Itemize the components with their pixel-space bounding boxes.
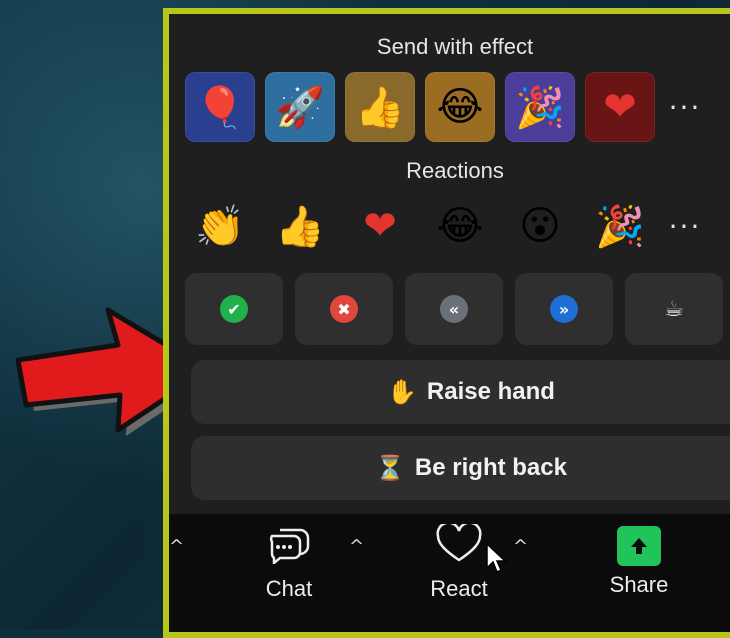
heart-reaction[interactable]: ❤ — [345, 198, 415, 254]
more-effects-button[interactable]: ··· — [665, 72, 705, 142]
thumbs-up-icon: 👍 — [355, 84, 405, 131]
mouse-cursor-icon — [486, 542, 507, 574]
heart-icon: ❤ — [363, 203, 397, 249]
chat-icon — [269, 528, 310, 566]
tears-of-joy-icon: 😂 — [436, 203, 484, 249]
no-button[interactable]: ✖ — [295, 273, 393, 345]
reactions-row: 👏 👍 ❤ 😂 😮 🎉 ··· — [185, 198, 705, 254]
send-with-effect-heading: Send with effect — [376, 34, 534, 59]
slow-down-button[interactable]: « — [405, 273, 503, 345]
nonverbal-feedback-row: ✔ ✖ « » ☕ — [185, 273, 730, 345]
tears-of-joy-reaction[interactable]: 😂 — [425, 198, 495, 254]
ellipsis-icon: ··· — [668, 209, 702, 243]
fast-forward-icon: » — [550, 295, 578, 323]
react-options-caret[interactable]: ^ — [513, 536, 528, 557]
raise-hand-button[interactable]: ✋ Raise hand — [191, 360, 730, 424]
thumbs-up-icon: 👍 — [275, 203, 325, 250]
hourglass-icon: ⏳ — [375, 454, 405, 482]
reactions-heading: Reactions — [406, 158, 504, 183]
cross-icon: ✖ — [330, 295, 358, 323]
surprised-face-icon: 😮 — [519, 203, 561, 249]
rocket-effect-button[interactable]: 🚀 — [265, 72, 335, 142]
share-icon — [617, 526, 661, 566]
heart-outline-icon — [436, 521, 482, 562]
share-label: Share — [609, 572, 669, 597]
clapping-hands-reaction[interactable]: 👏 — [185, 198, 255, 254]
chat-label: Chat — [265, 576, 313, 601]
raised-hand-icon: ✋ — [387, 378, 417, 406]
coffee-icon: ☕ — [664, 296, 684, 322]
raise-hand-label: Raise hand — [426, 378, 555, 405]
be-right-back-label: Be right back — [414, 454, 567, 481]
speed-up-button[interactable]: » — [515, 273, 613, 345]
check-icon: ✔ — [220, 295, 248, 323]
party-popper-effect-button[interactable]: 🎉 — [505, 72, 575, 142]
party-popper-reaction[interactable]: 🎉 — [585, 198, 655, 254]
tears-of-joy-icon: 😂 — [436, 84, 484, 130]
share-button[interactable]: Share — [579, 524, 699, 598]
party-popper-icon: 🎉 — [595, 203, 645, 250]
heart-effect-button[interactable]: ❤ — [585, 72, 655, 142]
rocket-icon: 🚀 — [275, 84, 325, 131]
chevron-up-icon[interactable]: ^ — [169, 536, 184, 557]
arrow-up-icon — [631, 538, 647, 554]
chat-options-caret[interactable]: ^ — [349, 536, 364, 557]
meeting-toolbar: ^ Chat ^ React ^ Share — [169, 514, 730, 632]
ellipsis-icon: ··· — [668, 90, 702, 124]
chat-button[interactable]: Chat — [229, 524, 349, 602]
more-reactions-button[interactable]: ··· — [665, 198, 705, 254]
balloon-effect-button[interactable]: 🎈 — [185, 72, 255, 142]
party-popper-icon: 🎉 — [515, 84, 565, 131]
thumbs-up-reaction[interactable]: 👍 — [265, 198, 335, 254]
rewind-icon: « — [440, 295, 468, 323]
effects-row: 🎈 🚀 👍 😂 🎉 ❤ ··· — [185, 72, 705, 142]
yes-button[interactable]: ✔ — [185, 273, 283, 345]
tears-of-joy-effect-button[interactable]: 😂 — [425, 72, 495, 142]
clapping-hands-icon: 👏 — [195, 203, 245, 250]
coffee-button[interactable]: ☕ — [625, 273, 723, 345]
react-label: React — [430, 576, 488, 601]
reactions-popup: Send with effect 🎈 🚀 👍 😂 🎉 ❤ ··· Reactio… — [163, 8, 730, 638]
balloon-icon: 🎈 — [195, 84, 245, 131]
thumbs-up-effect-button[interactable]: 👍 — [345, 72, 415, 142]
be-right-back-button[interactable]: ⏳ Be right back — [191, 436, 730, 500]
surprised-face-reaction[interactable]: 😮 — [505, 198, 575, 254]
heart-icon: ❤ — [603, 84, 637, 130]
